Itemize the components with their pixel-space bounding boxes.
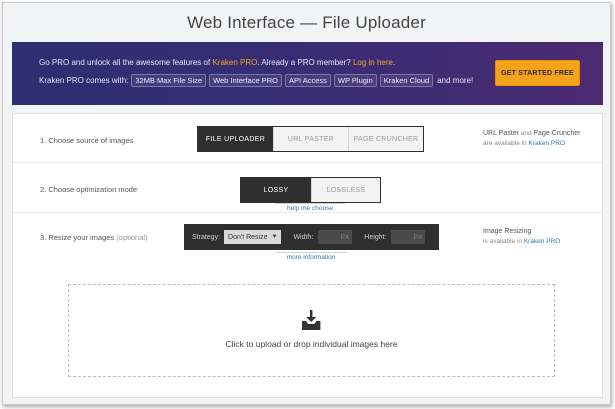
uploader-panel: 1. Choose source of images FILE UPLOADER… (12, 113, 603, 398)
promo-text: . Already a PRO member? (257, 58, 353, 67)
promo-text: Go PRO and unlock all the awesome featur… (39, 58, 213, 67)
height-input[interactable]: PX (391, 230, 426, 244)
strategy-label: Strategy: (192, 233, 221, 241)
login-link[interactable]: Log in here (353, 58, 393, 67)
kraken-pro-link[interactable]: Kraken PRO (524, 238, 561, 245)
resize-controls: Strategy: Don't Resize ▼ Width: PX Heigh… (184, 224, 439, 250)
source-tabs: FILE UPLOADER URL PASTER PAGE CRUNCHER (197, 126, 424, 152)
feature-badge: 32MB Max File Size (131, 74, 207, 87)
note-title: Image Resizing (483, 228, 532, 235)
kraken-pro-link[interactable]: Kraken PRO (529, 140, 566, 147)
promo-banner: Go PRO and unlock all the awesome featur… (12, 42, 603, 105)
help-me-choose-link[interactable]: help me choose (275, 203, 345, 212)
tab-url-paster[interactable]: URL PASTER (273, 127, 348, 151)
more-information-link[interactable]: more information (275, 252, 347, 261)
dropzone-text: Click to upload or drop individual image… (225, 339, 398, 349)
tab-page-cruncher[interactable]: PAGE CRUNCHER (348, 127, 423, 151)
title-bar: Web Interface — File Uploader (3, 3, 610, 42)
strategy-value: Don't Resize (228, 233, 268, 241)
px-unit: PX (340, 233, 350, 241)
features-lead: Kraken PRO comes with: (39, 76, 129, 85)
source-row: 1. Choose source of images FILE UPLOADER… (13, 114, 602, 163)
optimization-label: 2. Choose optimization mode (40, 185, 138, 194)
width-input[interactable]: PX (318, 230, 353, 244)
upload-dropzone[interactable]: Click to upload or drop individual image… (68, 284, 555, 377)
mode-tabs: LOSSY LOSSLESS (240, 177, 381, 203)
optimization-row: 2. Choose optimization mode LOSSY LOSSLE… (13, 163, 602, 213)
features-tail: and more! (437, 76, 474, 85)
get-started-button[interactable]: GET STARTED FREE (495, 60, 580, 86)
note-text: Page Cruncher (533, 130, 581, 137)
upload-tray-icon (302, 310, 321, 330)
note-text: are available in (483, 140, 529, 147)
mode-lossless[interactable]: LOSSLESS (311, 178, 380, 202)
tab-file-uploader[interactable]: FILE UPLOADER (198, 127, 273, 151)
promo-text: . (392, 58, 396, 67)
promo-features: Kraken PRO comes with: 32MB Max File Siz… (39, 74, 473, 87)
resize-pro-note: Image Resizing is available in Kraken PR… (483, 227, 560, 247)
kraken-pro-link[interactable]: Kraken PRO (212, 58, 257, 67)
width-label: Width: (293, 233, 314, 241)
caret-down-icon: ▼ (271, 234, 278, 240)
resize-label: 3. Resize your images (optional) (40, 233, 148, 242)
source-label: 1. Choose source of images (40, 136, 134, 145)
source-pro-note: URL Paster and Page Cruncher are availab… (483, 129, 580, 149)
feature-badge: API Access (284, 74, 331, 87)
note-text: and (518, 130, 534, 137)
height-label: Height: (364, 233, 387, 241)
feature-badge: Web Interface PRO (209, 74, 282, 87)
note-text: is available in (483, 238, 524, 245)
promo-message: Go PRO and unlock all the awesome featur… (39, 58, 395, 67)
feature-badge: WP Plugin (333, 74, 377, 87)
feature-badge: Kraken Cloud (379, 74, 434, 87)
resize-label-text: 3. Resize your images (40, 233, 115, 242)
app-window: Web Interface — File Uploader Go PRO and… (2, 2, 611, 405)
strategy-select[interactable]: Don't Resize ▼ (224, 230, 282, 244)
optional-tag: (optional) (116, 233, 148, 242)
px-unit: PX (413, 233, 423, 241)
page-title: Web Interface — File Uploader (187, 12, 426, 32)
mode-lossy[interactable]: LOSSY (241, 178, 311, 202)
note-text: URL Paster (483, 130, 519, 137)
